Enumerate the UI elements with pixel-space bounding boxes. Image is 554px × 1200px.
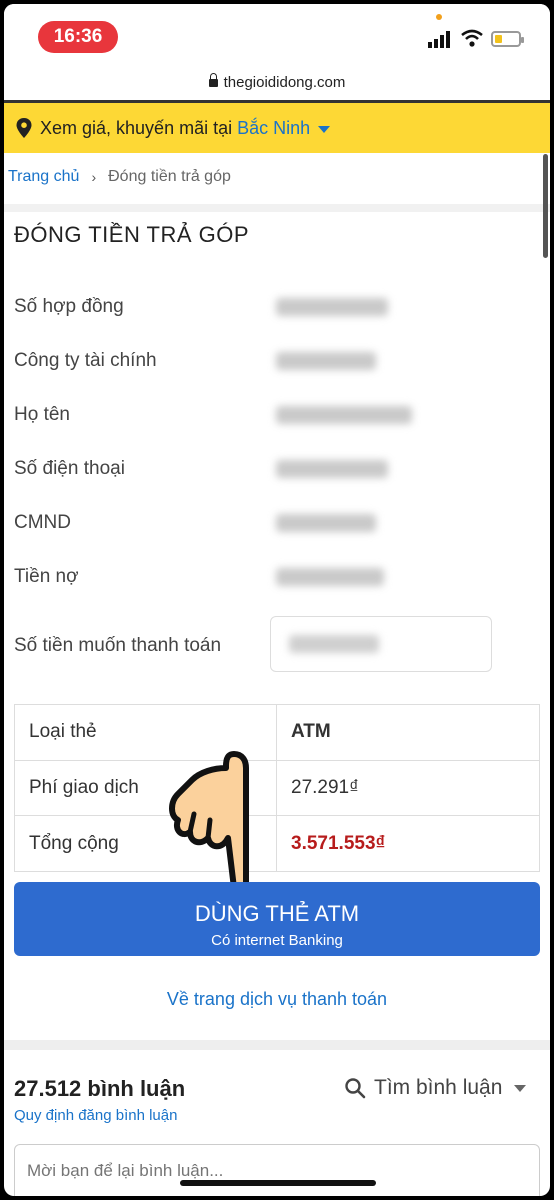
pointing-hand-icon	[169, 751, 249, 895]
breadcrumb: Trang chủ › Đóng tiền trả góp	[8, 168, 231, 186]
breadcrumb-current: Đóng tiền trả góp	[108, 168, 231, 185]
name-value-redacted	[276, 406, 412, 424]
chevron-down-icon[interactable]	[514, 1084, 527, 1092]
location-banner[interactable]: Xem giá, khuyến mãi tại Bắc Ninh	[4, 103, 550, 153]
battery-icon	[491, 31, 524, 47]
atm-button-sublabel: Có internet Banking	[211, 932, 343, 949]
phone-screen: 16:36 thegioididong.com Xem giá, khuyến …	[4, 4, 550, 1196]
location-city[interactable]: Bắc Ninh	[237, 118, 310, 139]
wifi-icon	[461, 29, 483, 47]
pay-amount-value-redacted	[289, 635, 379, 653]
id-label: CMND	[14, 512, 71, 533]
search-comments-label: Tìm bình luận	[374, 1076, 503, 1099]
finance-company-value-redacted	[276, 352, 376, 370]
use-atm-card-button[interactable]: DÙNG THẺ ATM Có internet Banking	[14, 882, 540, 956]
card-type-value: ATM	[276, 704, 540, 761]
section-divider	[4, 204, 550, 212]
contract-number-label: Số hợp đồng	[14, 296, 124, 317]
debt-value-redacted	[276, 568, 384, 586]
breadcrumb-separator-icon: ›	[91, 169, 97, 185]
comment-count: 27.512 bình luận	[14, 1076, 186, 1101]
total-value: 3.571.553₫	[276, 815, 540, 872]
mic-indicator-icon	[436, 14, 442, 20]
atm-button-label: DÙNG THẺ ATM	[194, 901, 360, 926]
location-pin-icon	[16, 118, 32, 138]
back-to-payment-services-link[interactable]: Về trang dịch vụ thanh toán	[4, 989, 550, 1010]
scrollbar[interactable]	[543, 154, 548, 258]
search-icon	[345, 1078, 366, 1099]
lock-icon	[208, 73, 218, 87]
battery-fill	[495, 35, 502, 43]
location-prefix: Xem giá, khuyến mãi tại	[40, 117, 233, 138]
chevron-down-icon[interactable]	[318, 125, 331, 133]
phone-label: Số điện thoại	[14, 458, 125, 479]
contract-number-value-redacted	[276, 298, 388, 316]
cellular-signal-icon	[428, 30, 452, 48]
debt-label: Tiền nợ	[14, 566, 79, 587]
breadcrumb-home-link[interactable]: Trang chủ	[8, 168, 79, 186]
fee-value: 27.291₫	[276, 759, 540, 817]
home-indicator[interactable]	[180, 1180, 376, 1186]
table-row: Tổng cộng 3.571.553₫	[14, 815, 540, 872]
phone-value-redacted	[276, 460, 388, 478]
id-value-redacted	[276, 514, 376, 532]
status-time: 16:36	[38, 21, 118, 53]
pay-amount-label: Số tiền muốn thanh toán	[14, 635, 222, 656]
name-label: Họ tên	[14, 404, 70, 425]
status-bar: 16:36	[4, 4, 550, 66]
table-row: Loại thẻ ATM	[14, 704, 540, 761]
comment-input[interactable]	[14, 1144, 540, 1196]
finance-company-label: Công ty tài chính	[14, 350, 157, 371]
table-row: Phí giao dịch 27.291₫	[14, 759, 540, 817]
section-divider	[4, 1040, 550, 1050]
pay-amount-input[interactable]	[270, 616, 492, 672]
payment-summary-table: Loại thẻ ATM Phí giao dịch 27.291₫ Tổng …	[14, 704, 540, 872]
page-title: ĐÓNG TIỀN TRẢ GÓP	[14, 222, 250, 247]
search-comments-button[interactable]: Tìm bình luận	[344, 1076, 527, 1100]
comment-policy-link[interactable]: Quy định đăng bình luận	[14, 1107, 177, 1124]
url-text: thegioididong.com	[223, 74, 346, 91]
address-bar[interactable]: thegioididong.com	[4, 66, 550, 100]
